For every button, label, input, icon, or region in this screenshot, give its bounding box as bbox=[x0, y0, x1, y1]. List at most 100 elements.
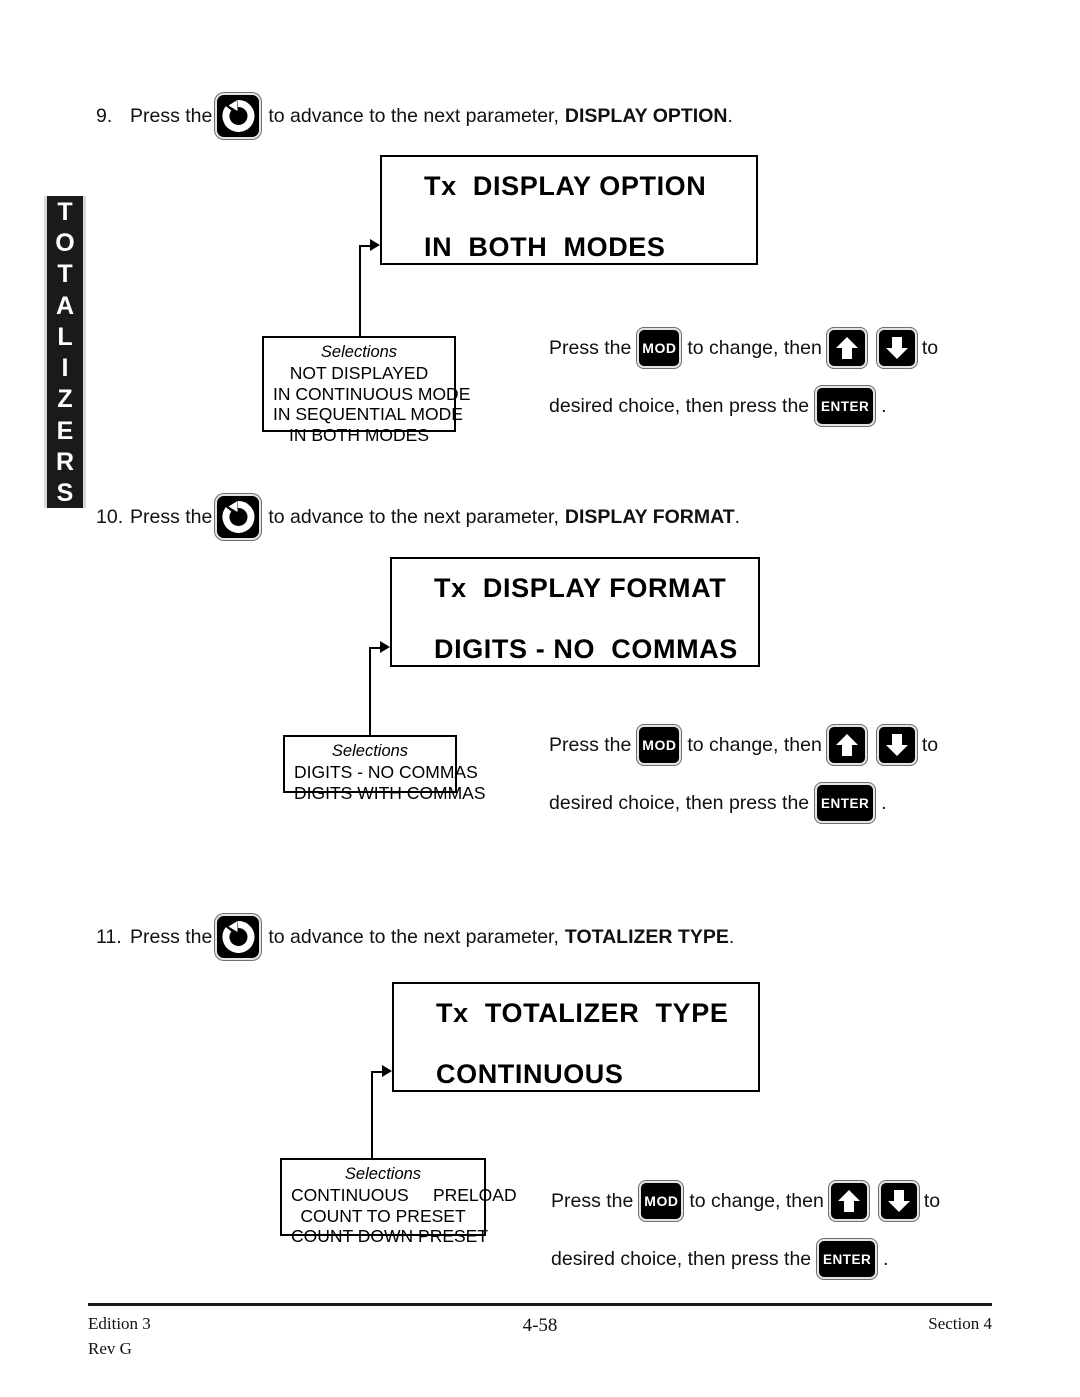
connector-arrowhead bbox=[370, 239, 380, 251]
enter-key-button[interactable]: ENTER bbox=[815, 386, 876, 426]
instruction-text: to bbox=[921, 336, 939, 359]
tab-letter: T bbox=[57, 198, 73, 226]
step-period: . bbox=[734, 505, 741, 528]
up-arrow-icon bbox=[835, 734, 858, 756]
instruction-text: Press the bbox=[551, 1189, 634, 1212]
display-line-2: DIGITS - NO COMMAS bbox=[434, 634, 738, 664]
footer-divider bbox=[88, 1303, 992, 1306]
display-box-display-format: Tx DISPLAY FORMAT DIGITS - NO COMMAS bbox=[390, 557, 760, 667]
instruction-text: . bbox=[881, 394, 887, 417]
selections-box-display-format: Selections DIGITS - NO COMMAS DIGITS WIT… bbox=[283, 735, 486, 803]
mod-key-button[interactable]: MOD bbox=[637, 328, 682, 368]
display-box-totalizer-type: Tx TOTALIZER TYPE CONTINUOUS bbox=[392, 982, 760, 1092]
enter-key-button[interactable]: ENTER bbox=[817, 1239, 878, 1279]
selections-title: Selections bbox=[320, 343, 398, 361]
up-arrow-icon bbox=[835, 337, 858, 359]
instruction-text: . bbox=[881, 791, 887, 814]
connector-arrowhead bbox=[382, 1065, 392, 1077]
connector-vertical bbox=[371, 1071, 373, 1161]
step-parameter: TOTALIZER TYPE bbox=[564, 925, 729, 948]
advance-key-button[interactable] bbox=[215, 494, 262, 540]
selection-item: DIGITS WITH COMMAS bbox=[294, 782, 486, 803]
tab-letter: E bbox=[56, 416, 74, 445]
instruction-text: to change, then bbox=[687, 733, 822, 756]
instruction-text: to bbox=[923, 1189, 941, 1212]
tab-letter: L bbox=[57, 322, 73, 351]
selection-item: COUNT DOWN PRESET bbox=[291, 1226, 489, 1247]
enter-key-button[interactable]: ENTER bbox=[815, 783, 876, 823]
selection-item: COUNT TO PRESET bbox=[300, 1205, 466, 1226]
instruction-text: to bbox=[921, 733, 939, 756]
step-text-before: Press the bbox=[130, 505, 213, 528]
up-arrow-icon bbox=[837, 1190, 860, 1212]
selections-title: Selections bbox=[344, 1165, 422, 1183]
step-9: 9. Press the to advance to the next para… bbox=[96, 93, 733, 139]
step-text-after: to advance to the next parameter, bbox=[268, 925, 559, 948]
section-tab-totalizers: T O T A L I Z E R S bbox=[44, 196, 86, 508]
selections-title: Selections bbox=[331, 742, 409, 760]
footer-page-number: 4-58 bbox=[522, 1315, 558, 1336]
instruction-block-totalizer-type: Press the MOD to change, then to desired… bbox=[551, 1178, 940, 1282]
down-key-button[interactable] bbox=[876, 725, 917, 765]
instruction-text: desired choice, then press the bbox=[551, 1247, 812, 1270]
step-11: 11. Press the to advance to the next par… bbox=[96, 914, 734, 960]
step-parameter: DISPLAY FORMAT bbox=[564, 505, 735, 528]
down-arrow-icon bbox=[885, 337, 908, 359]
up-key-button[interactable] bbox=[826, 725, 867, 765]
advance-key-button[interactable] bbox=[215, 93, 262, 139]
instruction-text: desired choice, then press the bbox=[549, 791, 810, 814]
advance-key-icon bbox=[222, 99, 255, 132]
up-key-button[interactable] bbox=[828, 1181, 869, 1221]
footer-section: Section 4 bbox=[928, 1314, 992, 1333]
step-text-before: Press the bbox=[130, 104, 213, 127]
selections-box-display-option: Selections NOT DISPLAYED IN CONTINUOUS M… bbox=[262, 336, 471, 445]
advance-key-button[interactable] bbox=[215, 914, 262, 960]
footer-revision-text: Rev G bbox=[88, 1338, 132, 1358]
tab-letter: T bbox=[57, 260, 73, 289]
step-10: 10. Press the to advance to the next par… bbox=[96, 494, 740, 540]
display-line-1: Tx DISPLAY OPTION bbox=[424, 171, 707, 201]
down-key-button[interactable] bbox=[878, 1181, 919, 1221]
step-text-after: to advance to the next parameter, bbox=[268, 505, 559, 528]
step-number: 9. bbox=[96, 104, 113, 127]
instruction-text: to change, then bbox=[687, 336, 822, 359]
down-arrow-icon bbox=[887, 1190, 910, 1212]
tab-letter: Z bbox=[57, 385, 73, 414]
step-number: 10. bbox=[96, 505, 124, 528]
selection-item: IN BOTH MODES bbox=[288, 424, 429, 445]
step-text-before: Press the bbox=[130, 925, 213, 948]
mod-key-button[interactable]: MOD bbox=[637, 725, 682, 765]
selection-item: DIGITS - NO COMMAS bbox=[294, 762, 478, 783]
selections-box-totalizer-type: Selections CONTINUOUS PRELOAD COUNT TO P… bbox=[280, 1158, 517, 1246]
display-line-1: Tx DISPLAY FORMAT bbox=[434, 573, 727, 603]
mod-key-button[interactable]: MOD bbox=[639, 1181, 684, 1221]
step-period: . bbox=[727, 104, 733, 127]
tab-letter: A bbox=[55, 291, 75, 320]
display-line-1: Tx TOTALIZER TYPE bbox=[436, 998, 729, 1028]
instruction-text: Press the bbox=[549, 733, 632, 756]
step-text-after: to advance to the next parameter, bbox=[268, 104, 559, 127]
instruction-text: to change, then bbox=[689, 1189, 824, 1212]
up-key-button[interactable] bbox=[826, 328, 867, 368]
instruction-block-display-option: Press the MOD to change, then to desired… bbox=[549, 325, 938, 429]
tab-letter: O bbox=[55, 229, 75, 258]
connector-arrowhead bbox=[380, 641, 390, 653]
selection-item: IN SEQUENTIAL MODE bbox=[273, 404, 463, 425]
display-box-display-option: Tx DISPLAY OPTION IN BOTH MODES bbox=[380, 155, 758, 265]
selection-item: NOT DISPLAYED bbox=[289, 363, 429, 384]
display-line-2: CONTINUOUS bbox=[436, 1059, 624, 1089]
step-parameter: DISPLAY OPTION bbox=[564, 104, 728, 127]
selection-item: IN CONTINUOUS MODE bbox=[273, 383, 471, 404]
tab-letter: R bbox=[55, 447, 75, 476]
step-period: . bbox=[728, 925, 735, 948]
instruction-text: . bbox=[883, 1247, 889, 1270]
tab-letter: S bbox=[56, 478, 74, 507]
down-key-button[interactable] bbox=[876, 328, 917, 368]
instruction-text: Press the bbox=[549, 336, 632, 359]
instruction-block-display-format: Press the MOD to change, then to desired… bbox=[549, 722, 938, 826]
connector-vertical bbox=[359, 245, 361, 339]
down-arrow-icon bbox=[885, 734, 908, 756]
step-number: 11. bbox=[96, 925, 122, 948]
instruction-text: desired choice, then press the bbox=[549, 394, 810, 417]
tab-letter: I bbox=[61, 354, 69, 383]
